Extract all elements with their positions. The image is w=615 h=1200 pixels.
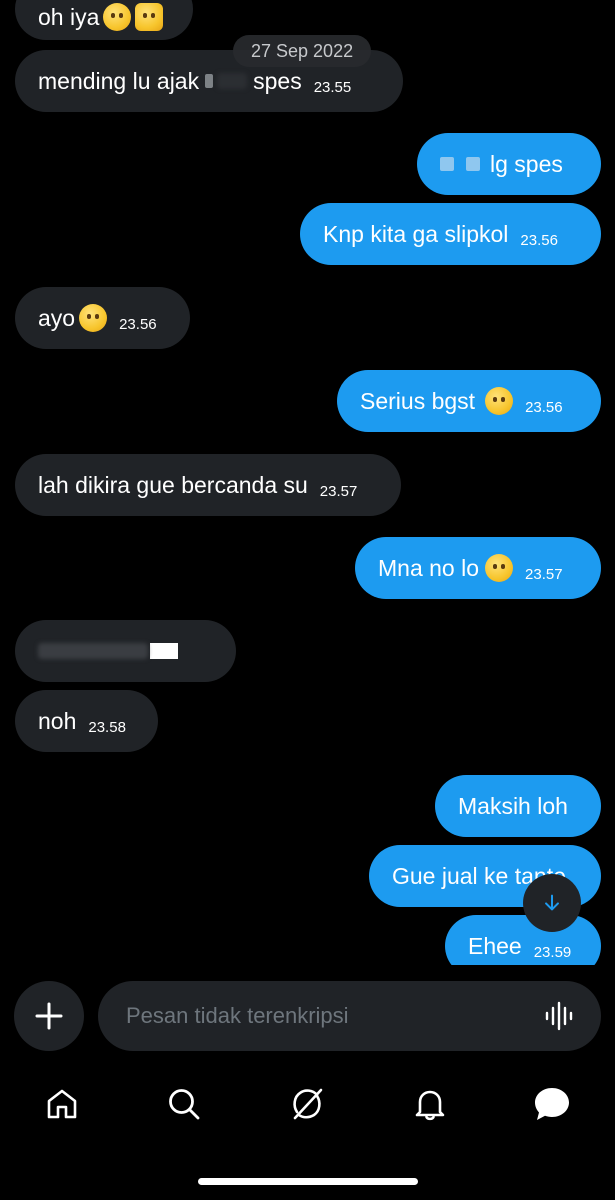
message-input-container[interactable] [98,981,601,1051]
message-time: 23.58 [88,718,126,736]
message-text: Serius bgst [360,387,476,414]
nav-grok[interactable] [277,1080,337,1128]
crying-emoji-icon [485,554,514,582]
message-time: 23.56 [520,231,558,249]
message-incoming[interactable]: lah dikira gue bercanda su 23.57 [15,454,401,516]
message-outgoing[interactable]: Maksih loh [435,775,601,837]
message-incoming[interactable]: ayo 23.56 [15,287,190,349]
voice-message-icon[interactable] [543,1000,575,1032]
add-media-button[interactable] [14,981,84,1051]
message-text: spes [253,67,302,94]
message-text: Mna no lo [378,554,480,581]
message-incoming-redacted[interactable] [15,620,236,682]
nav-search[interactable] [154,1080,214,1128]
redacted-text [205,74,214,88]
redacted-block [150,643,178,659]
pointing-hand-icon [135,3,164,31]
date-divider: 27 Sep 2022 [233,35,372,67]
search-icon [169,1089,200,1120]
hand-over-mouth-emoji-icon [79,304,108,332]
nav-home[interactable] [32,1080,92,1128]
notifications-icon [415,1090,445,1121]
redacted-text [217,73,248,89]
message-input[interactable] [124,1002,543,1030]
bottom-navigation [0,1080,615,1140]
home-indicator [198,1178,418,1185]
message-outgoing[interactable]: Serius bgst 23.56 [337,370,601,432]
redacted-text [466,157,480,171]
grok-icon [293,1088,323,1120]
message-text: oh iya [38,3,100,30]
plus-icon [35,1002,63,1030]
crying-emoji-icon [485,387,514,415]
messages-icon [535,1088,569,1120]
message-time: 23.56 [119,315,157,333]
message-outgoing[interactable]: lg spes [417,133,601,195]
message-time: 23.59 [533,943,572,961]
message-time: 23.56 [525,398,563,416]
nav-messages[interactable] [522,1080,582,1128]
message-text: lg spes [490,150,563,177]
message-time: 23.55 [313,78,352,96]
redacted-text [440,157,454,171]
message-outgoing[interactable]: Knp kita ga slipkol 23.56 [300,203,601,265]
message-outgoing[interactable]: Mna no lo 23.57 [355,537,601,599]
message-text: mending lu ajak [38,67,200,94]
message-text: Maksih loh [458,792,568,819]
redacted-text [38,643,148,659]
scroll-to-bottom-button[interactable] [523,874,581,932]
message-text: Ehee [468,932,522,959]
home-icon [47,1089,77,1119]
arrow-down-icon [545,894,559,911]
message-incoming[interactable]: noh 23.58 [15,690,158,752]
message-incoming[interactable]: oh iya [15,0,193,40]
message-text: lah dikira gue bercanda su [38,471,308,498]
message-text: ayo [38,304,76,331]
message-time: 23.57 [525,565,563,583]
message-time: 23.57 [319,482,358,500]
crying-emoji-icon [103,3,132,31]
message-text: noh [38,707,77,734]
message-text: Knp kita ga slipkol [323,220,509,247]
nav-notifications[interactable] [400,1080,460,1128]
